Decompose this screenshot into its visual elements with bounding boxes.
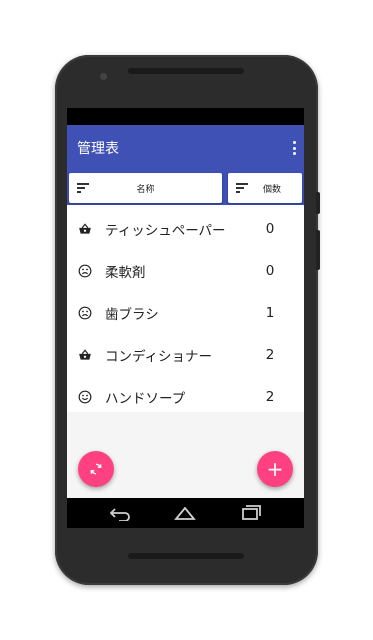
sad-face-icon [78,306,92,320]
smile-face-icon [78,390,92,404]
item-name: 歯ブラシ [105,307,159,323]
recent-apps-icon[interactable] [239,505,263,521]
back-icon[interactable] [108,505,132,521]
refresh-fab-button[interactable] [78,451,114,487]
item-name: ハンドソープ [105,391,186,407]
shopping-basket-icon [79,349,91,360]
list-item[interactable]: 歯ブラシ 1 [67,292,304,334]
app-bar: 管理表 [67,125,304,171]
item-count: 0 [265,263,275,279]
screen: 管理表 名称 個数 ティッシュペーパー 0 柔軟剤 0 歯ブラシ 1 コンディシ… [67,108,304,528]
home-icon[interactable] [173,505,197,521]
status-bar [67,108,304,125]
power-button [316,192,320,214]
list-item[interactable]: コンディショナー 2 [67,334,304,376]
item-name: ティッシュペーパー [105,223,226,239]
list-item[interactable]: 柔軟剤 0 [67,250,304,292]
item-count: 1 [265,305,275,321]
item-count: 0 [265,221,275,237]
navigation-bar [67,498,304,528]
earpiece-speaker [128,68,244,74]
add-icon: + [266,457,284,481]
item-count: 2 [265,389,275,405]
app-title: 管理表 [77,141,119,157]
item-name: コンディショナー [105,349,213,365]
sort-by-name-label: 名称 [136,184,155,195]
sort-by-name-button[interactable]: 名称 [69,173,222,203]
front-camera [100,73,107,80]
item-name: 柔軟剤 [105,265,146,281]
sort-bar: 名称 個数 [67,171,304,205]
list-item[interactable]: ティッシュペーパー 0 [67,208,304,250]
overflow-menu-icon[interactable] [292,141,296,155]
sad-face-icon [78,264,92,278]
add-fab-button[interactable]: + [257,451,293,487]
sort-icon [236,183,248,193]
item-list: ティッシュペーパー 0 柔軟剤 0 歯ブラシ 1 コンディショナー 2 ハンドソ… [67,205,304,412]
sort-icon [77,183,89,193]
shopping-basket-icon [79,223,91,234]
volume-button [316,230,320,270]
bottom-speaker [128,553,244,559]
sort-by-count-button[interactable]: 個数 [228,173,302,203]
item-count: 2 [265,347,275,363]
refresh-icon [90,463,102,475]
